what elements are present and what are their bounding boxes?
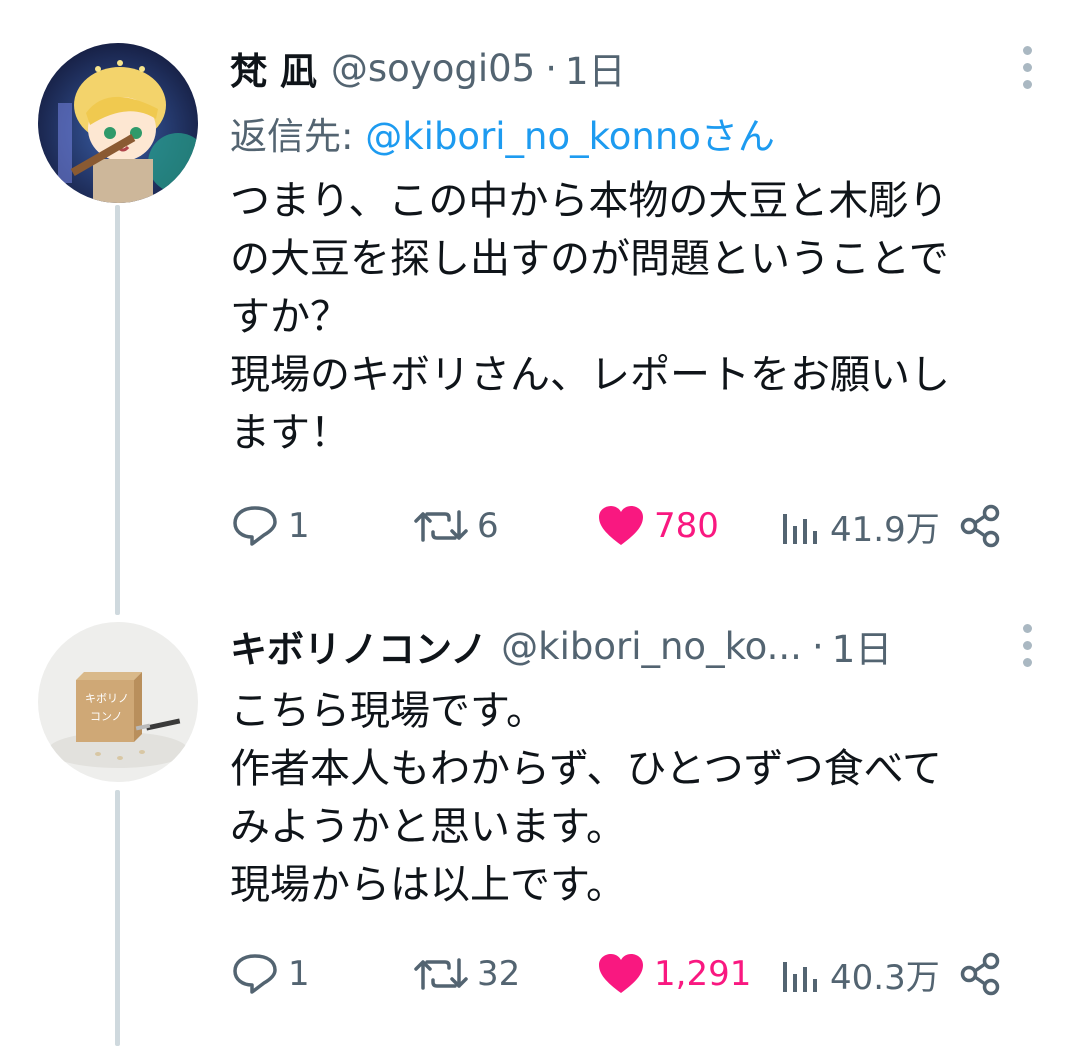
more-icon[interactable] [1020,46,1034,89]
reply-to-mention[interactable]: @kibori_no_konnoさん [365,115,775,158]
heart-icon [599,954,643,993]
reply-count: 1 [288,506,310,546]
views-button[interactable]: 41.9万 [780,496,940,556]
tweet-text: つまり、この中から本物の大豆と木彫り の大豆を探し出すのが問題ということで すか… [230,172,1050,462]
views-count: 40.3万 [830,957,940,998]
like-button[interactable]: 1,291 [596,944,751,1004]
reply-icon [233,506,277,546]
retweet-count: 6 [477,506,499,546]
like-count: 780 [654,506,719,546]
separator-dot: · [545,46,557,90]
tweet-text-line: 作者本人もわからず、ひとつずつ食べて [230,746,942,792]
tweet-text-line: みようかと思います。 [230,804,626,850]
svg-text:キボリノ: キボリノ [85,692,129,705]
share-icon [960,952,1000,996]
views-button[interactable]: 40.3万 [780,944,940,1004]
heart-icon [599,506,643,545]
reply-button[interactable]: 1 [230,496,310,556]
separator-dot: · [811,624,824,668]
retweet-button[interactable]: 32 [413,944,520,1004]
reply-icon [233,954,277,994]
tweet-text-line: の大豆を探し出すのが問題ということで [230,236,949,282]
svg-text:コンノ: コンノ [90,710,122,723]
share-icon [960,504,1000,548]
tweet-text-line: 現場のキボリさん、レポートをお願いし [230,352,950,398]
reply-to: 返信先: @kibori_no_konnoさん [230,106,775,160]
timestamp[interactable]: 1日 [565,41,626,95]
display-name[interactable]: キボリノコンノ [230,619,487,673]
tweet-text: こちら現場です。 作者本人もわからず、ひとつずつ食べて みようかと思います。 現… [230,682,1050,914]
action-bar: 1 6 780 41.9万 [230,496,1020,556]
tweet-text-line: 現場からは以上です。 [230,862,626,908]
retweet-button[interactable]: 6 [413,496,499,556]
share-button[interactable] [958,944,1012,1004]
timestamp[interactable]: 1日 [832,619,893,673]
retweet-icon [414,958,468,990]
tweet-text-line: ます！ [230,410,350,456]
views-count: 41.9万 [830,509,940,550]
display-name[interactable]: 梵 凪 [230,41,317,95]
tweet-header: 梵 凪 @soyogi05 · 1日 [230,38,1020,98]
like-button[interactable]: 780 [596,496,719,556]
views-icon [783,514,817,544]
avatar[interactable]: キボリノ コンノ [38,622,198,782]
share-button[interactable] [958,496,1012,556]
tweet-text-line: すか？ [230,294,350,340]
tweet-header: キボリノコンノ @kibori_no_ko... · 1日 [230,616,1020,676]
avatar[interactable] [38,43,198,203]
thread-line-2 [115,790,120,1046]
more-icon[interactable] [1020,624,1034,667]
handle[interactable]: @kibori_no_ko... [501,625,802,668]
reply-to-label: 返信先: [230,115,366,158]
reply-count: 1 [288,954,310,994]
tweet-text-line: つまり、この中から本物の大豆と木彫り [230,178,949,224]
thread-line-1 [115,205,120,615]
like-count: 1,291 [654,954,752,994]
retweet-count: 32 [477,954,521,994]
action-bar: 1 32 1,291 40.3万 [230,944,1020,1004]
reply-button[interactable]: 1 [230,944,310,1004]
retweet-icon [414,510,468,542]
handle[interactable]: @soyogi05 [331,47,535,90]
views-icon [783,962,817,992]
tweet-text-line: こちら現場です。 [230,688,546,734]
